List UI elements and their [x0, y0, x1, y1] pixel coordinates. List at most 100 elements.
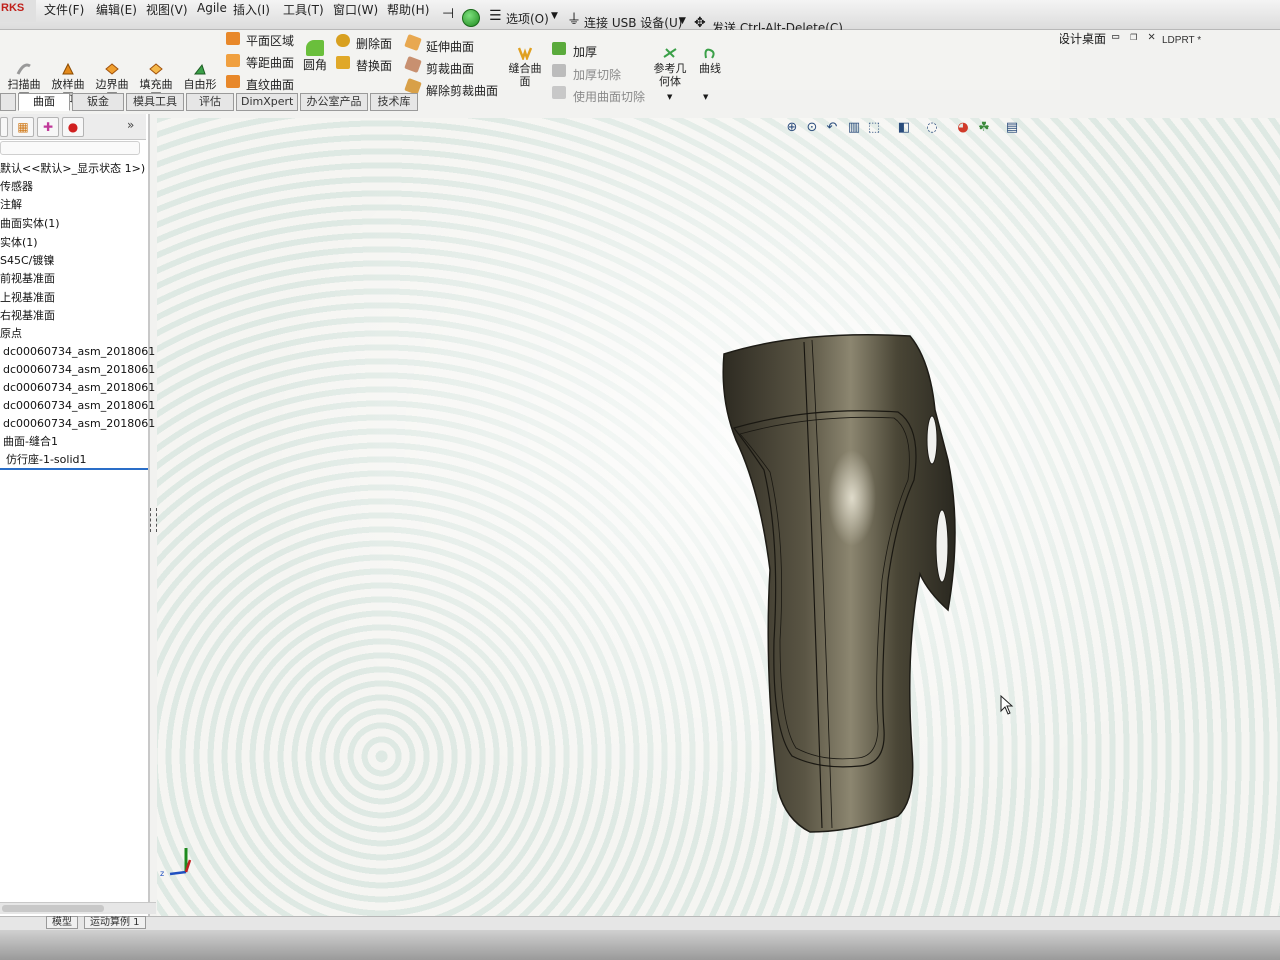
- tree-item-material[interactable]: S45C/镀镍: [0, 252, 54, 268]
- freeform-label: 自由形: [183, 78, 217, 91]
- usb-icon: ⏚: [567, 12, 581, 28]
- pin-icon[interactable]: ⊣: [442, 6, 454, 22]
- tree-item-top-plane[interactable]: 上视基准面: [0, 289, 55, 305]
- menu-edit[interactable]: 编辑(E): [96, 1, 137, 18]
- reference-geometry-button[interactable]: 参考几 何体: [648, 46, 692, 88]
- tree-filter-input[interactable]: [0, 141, 140, 155]
- offset-surface-icon: [226, 54, 240, 67]
- tab-surfaces[interactable]: 曲面: [18, 93, 70, 111]
- boundary-surface-icon: [105, 63, 119, 75]
- apply-scene-icon[interactable]: ☘: [976, 120, 992, 136]
- replace-face-icon: [336, 56, 350, 69]
- horizontal-scrollbar[interactable]: [0, 902, 156, 914]
- sweep-surface-icon: [16, 63, 31, 75]
- chevron-right-icon[interactable]: »: [127, 118, 134, 132]
- menu-window[interactable]: 窗口(W): [333, 1, 378, 18]
- thicken-button[interactable]: 加厚: [573, 43, 597, 60]
- zoom-to-area-icon[interactable]: ⊙: [804, 120, 820, 136]
- zoom-to-fit-icon[interactable]: ⊕: [784, 120, 800, 136]
- curves-button[interactable]: 曲线: [688, 46, 732, 75]
- ruled-surface-button[interactable]: 直纹曲面: [246, 76, 294, 93]
- tree-item-imported-2[interactable]: dc00060734_asm_2018061: [3, 363, 155, 376]
- tab-office-products[interactable]: 办公室产品: [300, 93, 368, 111]
- tree-item-annotations[interactable]: 注解: [0, 196, 22, 212]
- extend-surface-button[interactable]: 延伸曲面: [426, 38, 474, 55]
- chevron-down-icon[interactable]: ▼: [551, 11, 558, 21]
- chevron-down-icon[interactable]: ▼: [679, 16, 686, 26]
- tree-item-right-plane[interactable]: 右视基准面: [0, 307, 55, 323]
- rollback-bar[interactable]: [0, 468, 148, 470]
- menu-tools[interactable]: 工具(T): [283, 1, 324, 18]
- tree-item-imported-4[interactable]: dc00060734_asm_2018061: [3, 399, 155, 412]
- menu-help[interactable]: 帮助(H): [387, 1, 429, 18]
- tree-item-surface-bodies[interactable]: 曲面实体(1): [0, 215, 60, 231]
- display-manager-tab-icon[interactable]: ●: [62, 117, 84, 137]
- fillet-icon: [306, 40, 324, 56]
- replace-face-button[interactable]: 替换面: [356, 57, 392, 74]
- status-ball-icon[interactable]: [462, 9, 480, 27]
- planar-surface-button[interactable]: 平面区域: [246, 32, 294, 49]
- thicken-icon: [552, 42, 566, 55]
- edit-appearance-icon[interactable]: ◕: [955, 120, 971, 136]
- untrim-surface-button[interactable]: 解除剪裁曲面: [426, 82, 498, 99]
- axis-triad: z: [160, 848, 192, 878]
- command-manager: 扫描曲 面 放样曲 面 边界曲 面 填充曲 面 自由形 平面区域 等距曲面 直纹…: [0, 30, 1060, 104]
- connect-usb-button[interactable]: 连接 USB 设备(U): [584, 14, 682, 31]
- panel-splitter[interactable]: [150, 508, 157, 532]
- chevron-down-icon[interactable]: ▼: [703, 93, 708, 101]
- freeform-button[interactable]: 自由形: [178, 62, 222, 91]
- offset-surface-button[interactable]: 等距曲面: [246, 54, 294, 71]
- tree-item-origin[interactable]: 原点: [0, 325, 22, 341]
- tab-motion-study[interactable]: 运动算例 1: [84, 916, 146, 929]
- tab-model[interactable]: 模型: [46, 916, 78, 929]
- document-name: LDPRT *: [1162, 35, 1202, 46]
- feature-tree-tab-icon[interactable]: [0, 117, 8, 137]
- 3d-model-shell[interactable]: [700, 320, 970, 840]
- tree-item-imported-3[interactable]: dc00060734_asm_2018061: [3, 381, 155, 394]
- view-settings-icon[interactable]: ▤: [1004, 120, 1020, 136]
- fillet-button[interactable]: 圆角: [303, 56, 327, 73]
- reference-geometry-label-2: 何体: [659, 75, 681, 88]
- tree-item-solid-bodies[interactable]: 实体(1): [0, 234, 38, 250]
- menu-agile[interactable]: Agile: [197, 1, 227, 15]
- model-highlight: [828, 450, 876, 546]
- section-view-icon[interactable]: ▥: [846, 120, 862, 136]
- model-cutout-lower: [935, 509, 949, 583]
- tab-mold-tools[interactable]: 模具工具: [126, 93, 184, 111]
- chevron-down-icon[interactable]: ▼: [667, 93, 672, 101]
- surface-cut-button[interactable]: 使用曲面切除: [573, 88, 645, 105]
- tree-item-solid-body[interactable]: 仿行座-1-solid1: [6, 451, 87, 467]
- display-style-icon[interactable]: ◧: [896, 120, 912, 136]
- tree-item-imported-1[interactable]: dc00060734_asm_2018061: [3, 345, 155, 358]
- menu-view[interactable]: 视图(V): [146, 1, 188, 18]
- menu-file[interactable]: 文件(F): [44, 1, 84, 18]
- delete-face-button[interactable]: 删除面: [356, 35, 392, 52]
- tree-item-surface-knit[interactable]: 曲面-缝合1: [3, 433, 58, 449]
- tree-item-configuration[interactable]: 默认<<默认>_显示状态 1>): [0, 160, 145, 176]
- mouse-cursor-icon: [1000, 695, 1014, 715]
- options-menu[interactable]: 选项(O): [506, 10, 549, 27]
- configuration-manager-tab-icon[interactable]: ✚: [37, 117, 59, 137]
- tab-features[interactable]: [0, 93, 16, 111]
- tree-item-sensors[interactable]: 传感器: [0, 178, 33, 194]
- tab-toolbox[interactable]: 技术库: [370, 93, 418, 111]
- menu-insert[interactable]: 插入(I): [233, 1, 270, 18]
- thicken-cut-button[interactable]: 加厚切除: [573, 66, 621, 83]
- close-icon[interactable]: ✕: [1148, 29, 1155, 43]
- hide-show-items-icon[interactable]: ◌: [924, 120, 940, 136]
- menu-bar: RKS 文件(F) 编辑(E) 视图(V) Agile 插入(I) 工具(T) …: [0, 0, 1280, 35]
- trim-surface-icon: [404, 55, 422, 74]
- tab-sheet-metal[interactable]: 钣金: [72, 93, 124, 111]
- tab-dimxpert[interactable]: DimXpert: [236, 93, 298, 111]
- restore-icon[interactable]: ❐: [1130, 29, 1137, 43]
- property-manager-tab-icon[interactable]: ▦: [12, 117, 34, 137]
- view-orientation-icon[interactable]: ⬚: [866, 120, 882, 136]
- scrollbar-thumb[interactable]: [2, 905, 104, 912]
- tab-evaluate[interactable]: 评估: [186, 93, 234, 111]
- knit-surface-button[interactable]: 缝合曲 面: [503, 46, 547, 88]
- previous-view-icon[interactable]: ↶: [824, 120, 840, 136]
- tree-item-imported-5[interactable]: dc00060734_asm_2018061: [3, 417, 155, 430]
- trim-surface-button[interactable]: 剪裁曲面: [426, 60, 474, 77]
- minimize-icon[interactable]: ▭: [1112, 29, 1119, 43]
- tree-item-front-plane[interactable]: 前视基准面: [0, 270, 55, 286]
